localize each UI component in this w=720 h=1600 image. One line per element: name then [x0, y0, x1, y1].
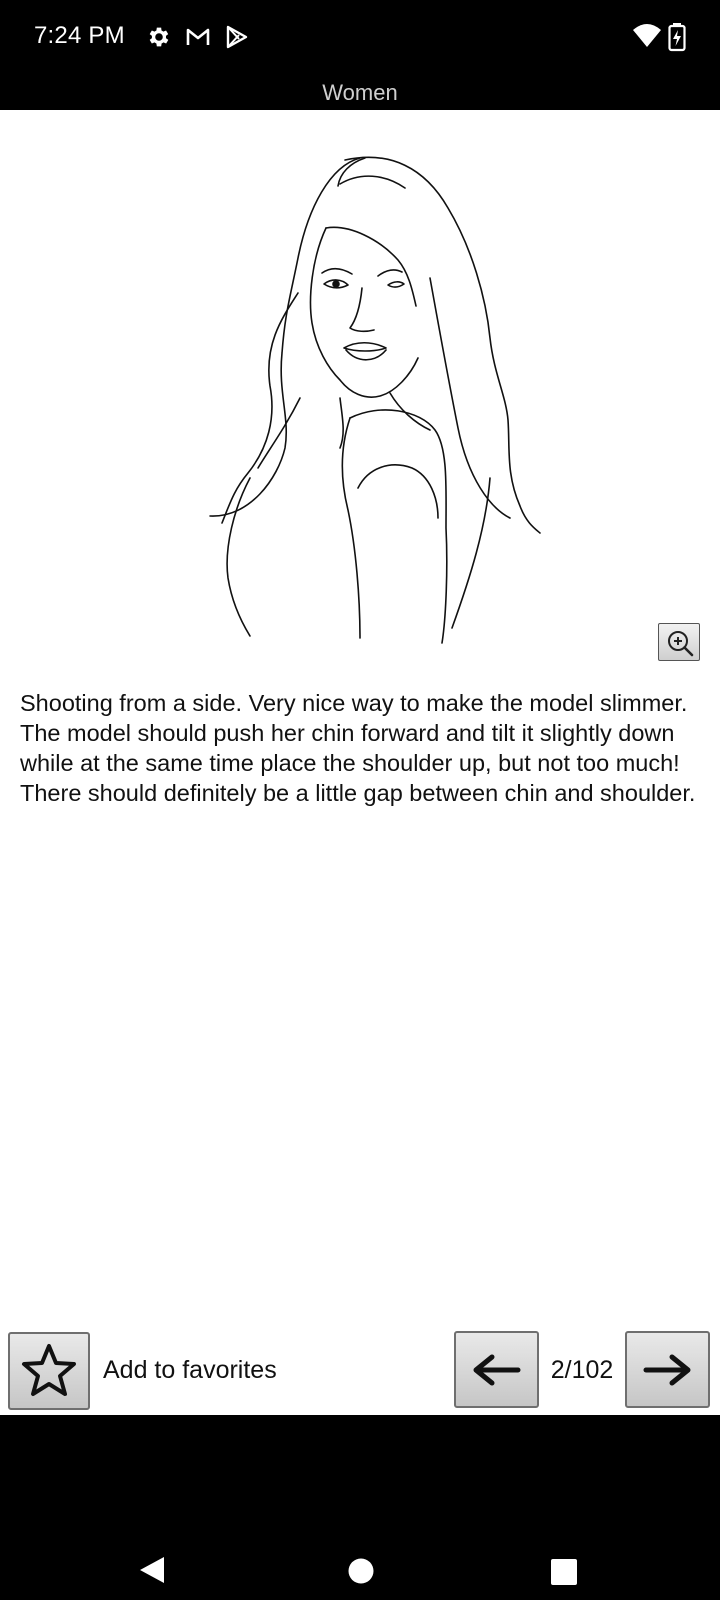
arrow-right-icon — [643, 1354, 691, 1386]
status-time: 7:24 PM — [34, 22, 125, 49]
status-bar: 7:24 PM — [0, 0, 720, 78]
add-favorite-button[interactable] — [8, 1332, 90, 1410]
battery-charging-icon — [667, 22, 687, 52]
bottom-toolbar: Add to favorites 2/102 — [0, 1320, 720, 1415]
add-favorite-label[interactable]: Add to favorites — [103, 1356, 277, 1385]
next-button[interactable] — [625, 1331, 710, 1408]
woman-pose-sketch — [209, 156, 541, 644]
pose-description: Shooting from a side. Very nice way to m… — [20, 690, 696, 806]
zoom-in-icon — [668, 631, 694, 657]
content-area: Shooting from a side. Very nice way to m… — [0, 110, 720, 1415]
title-bar: Women — [0, 78, 720, 110]
gmail-icon — [185, 24, 211, 50]
arrow-left-icon — [473, 1354, 521, 1386]
wifi-icon — [632, 22, 662, 50]
previous-button[interactable] — [454, 1331, 539, 1408]
system-nav-bar — [0, 1415, 720, 1600]
page-title: Women — [322, 80, 398, 105]
page-counter: 2/102 — [550, 1356, 614, 1384]
play-store-icon — [224, 24, 250, 50]
star-icon — [22, 1344, 76, 1396]
back-icon[interactable] — [138, 1555, 166, 1585]
settings-icon — [146, 24, 172, 50]
home-icon[interactable] — [348, 1558, 374, 1584]
recents-icon[interactable] — [551, 1559, 577, 1585]
zoom-button[interactable] — [658, 623, 700, 661]
